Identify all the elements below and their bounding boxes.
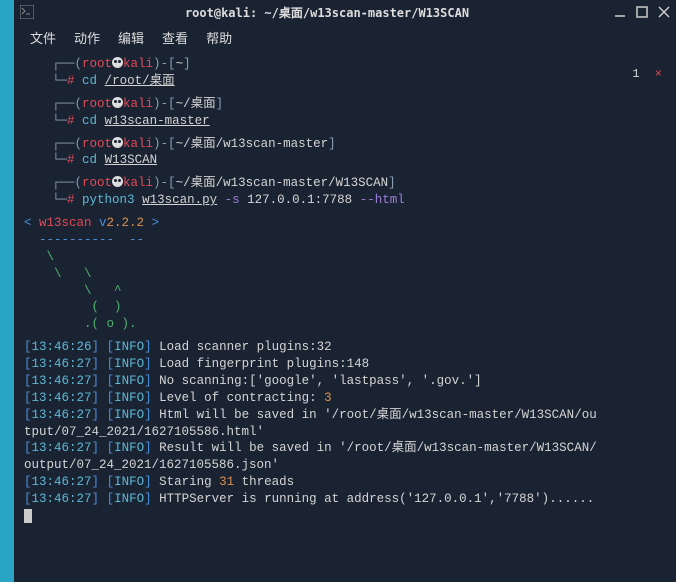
cursor-icon bbox=[24, 509, 32, 523]
log-line-continuation: output/07_24_2021/1627105586.json' bbox=[24, 457, 666, 474]
menu-file[interactable]: 文件 bbox=[30, 28, 56, 47]
skull-icon bbox=[112, 137, 123, 148]
command-line: └─# python3 w13scan.py -s 127.0.0.1:7788… bbox=[24, 192, 666, 209]
terminal-body[interactable]: 1 × ┌──(rootkali)-[~] └─# cd /root/桌面 ┌─… bbox=[14, 50, 676, 582]
log-line: [13:46:27] [INFO] HTTPServer is running … bbox=[24, 491, 666, 508]
window-controls bbox=[614, 6, 670, 18]
prompt-line: ┌──(rootkali)-[~/桌面/w13scan-master] bbox=[24, 136, 666, 153]
menu-actions[interactable]: 动作 bbox=[74, 28, 100, 47]
log-line: [13:46:27] [INFO] Load fingerprint plugi… bbox=[24, 356, 666, 373]
prompt-line: ┌──(rootkali)-[~] bbox=[24, 56, 666, 73]
command-line: └─# cd w13scan-master bbox=[24, 113, 666, 130]
banner-art: \ \ bbox=[24, 266, 666, 283]
log-line: [13:46:27] [INFO] Result will be saved i… bbox=[24, 440, 666, 457]
skull-icon bbox=[112, 97, 123, 108]
banner-art: ( ) bbox=[24, 299, 666, 316]
window-title: root@kali: ~/桌面/w13scan-master/W13SCAN bbox=[40, 4, 614, 21]
command-line: └─# cd /root/桌面 bbox=[24, 73, 666, 90]
log-line: [13:46:27] [INFO] Html will be saved in … bbox=[24, 407, 666, 424]
log-line-continuation: tput/07_24_2021/1627105586.html' bbox=[24, 424, 666, 441]
prompt-line: ┌──(rootkali)-[~/桌面/w13scan-master/W13SC… bbox=[24, 175, 666, 192]
skull-icon bbox=[112, 176, 123, 187]
banner-art: \ ^ bbox=[24, 283, 666, 300]
banner-art: \ bbox=[24, 249, 666, 266]
minimize-icon[interactable] bbox=[614, 6, 626, 18]
skull-icon bbox=[112, 57, 123, 68]
menu-edit[interactable]: 编辑 bbox=[118, 28, 144, 47]
menu-help[interactable]: 帮助 bbox=[206, 28, 232, 47]
banner-output: < w13scan v2.2.2 > bbox=[24, 215, 666, 232]
log-line: [13:46:26] [INFO] Load scanner plugins:3… bbox=[24, 339, 666, 356]
close-icon[interactable] bbox=[658, 6, 670, 18]
log-line: [13:46:27] [INFO] No scanning:['google',… bbox=[24, 373, 666, 390]
terminal-icon bbox=[20, 5, 34, 19]
prompt-line: ┌──(rootkali)-[~/桌面] bbox=[24, 96, 666, 113]
menubar: 文件 动作 编辑 查看 帮助 bbox=[14, 24, 676, 50]
command-line: └─# cd W13SCAN bbox=[24, 152, 666, 169]
log-line: [13:46:27] [INFO] Level of contracting: … bbox=[24, 390, 666, 407]
log-line: [13:46:27] [INFO] Staring 31 threads bbox=[24, 474, 666, 491]
titlebar: root@kali: ~/桌面/w13scan-master/W13SCAN bbox=[14, 0, 676, 24]
banner-output: ---------- -- bbox=[24, 232, 666, 249]
menu-view[interactable]: 查看 bbox=[162, 28, 188, 47]
banner-art: .( o ). bbox=[24, 316, 666, 333]
maximize-icon[interactable] bbox=[636, 6, 648, 18]
cursor-line bbox=[24, 508, 666, 525]
terminal-window: root@kali: ~/桌面/w13scan-master/W13SCAN 文… bbox=[14, 0, 676, 582]
